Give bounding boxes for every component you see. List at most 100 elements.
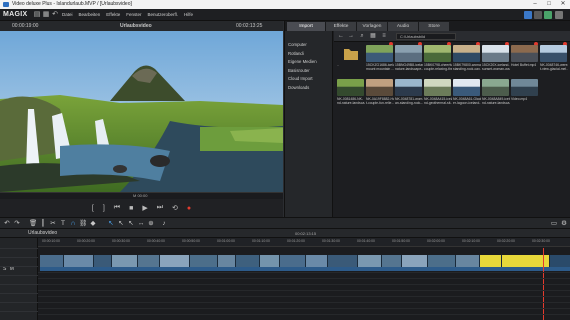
search-icon[interactable]: ⌕ xyxy=(358,33,366,40)
video-clip[interactable] xyxy=(236,255,260,267)
media-item[interactable]: .. xyxy=(337,45,365,67)
back-icon[interactable]: ← xyxy=(337,33,345,40)
settings-icon[interactable]: ⚙ xyxy=(560,220,568,228)
tab-store[interactable]: Store xyxy=(419,22,449,31)
video-clip[interactable] xyxy=(280,255,306,267)
video-clip[interactable] xyxy=(94,255,112,267)
text-icon[interactable]: T xyxy=(59,220,67,228)
video-clip[interactable] xyxy=(64,255,94,267)
sort-icon[interactable]: ≡ xyxy=(380,33,388,40)
folder-item[interactable]: Eigene Medien xyxy=(285,58,332,67)
media-item[interactable]: 15BK0798-cheerful-couple-relaxing-the-..… xyxy=(424,42,452,71)
record-icon[interactable]: ● xyxy=(187,205,191,212)
stretch-icon[interactable]: ↔ xyxy=(137,220,145,228)
preview-ruler[interactable]: M 00:00 xyxy=(0,192,283,199)
expand-icon[interactable]: ▭ xyxy=(550,220,558,228)
video-clip[interactable] xyxy=(160,255,190,267)
menu-bearbeiten[interactable]: Bearbeiten xyxy=(79,9,101,21)
track-header-row[interactable] xyxy=(0,284,38,292)
menu-benutzeroberflaeche[interactable]: Benutzeroberfl. xyxy=(148,9,179,21)
pointer-icon[interactable]: ↖ xyxy=(107,220,115,228)
video-frame[interactable] xyxy=(0,31,283,192)
stop-icon[interactable]: ■ xyxy=(129,205,133,212)
view-icon[interactable]: ▦ xyxy=(369,33,377,40)
video-clip[interactable] xyxy=(112,255,138,267)
folder-item[interactable]: Basisrouter xyxy=(285,67,332,76)
menu-datei[interactable]: Datei xyxy=(62,9,73,21)
video-clip[interactable] xyxy=(402,255,428,267)
minimize-button[interactable]: – xyxy=(528,0,542,9)
split-icon[interactable]: ┃ xyxy=(39,220,47,228)
video-clip[interactable] xyxy=(358,255,382,267)
video-clip[interactable] xyxy=(190,255,218,267)
previous-icon[interactable]: ⏮ xyxy=(114,204,120,212)
folder-item[interactable]: Cloud Import xyxy=(285,75,332,84)
delete-icon[interactable]: 🗑 xyxy=(29,220,37,228)
next-icon[interactable]: ⏭ xyxy=(157,204,163,212)
magnet-icon[interactable]: ∩ xyxy=(69,220,77,228)
play-icon[interactable]: ▶ xyxy=(142,204,147,212)
media-item[interactable]: NK-0048781-wom-an-standing-rock-... xyxy=(395,79,423,105)
undo-icon[interactable]: ↶ xyxy=(51,11,59,19)
mark-in-icon[interactable]: [ xyxy=(92,205,94,212)
video-clip[interactable] xyxy=(40,255,64,267)
media-item[interactable]: Hotel Buffet.mp4 xyxy=(511,42,539,67)
video-clip[interactable] xyxy=(328,255,358,267)
track-header-row[interactable] xyxy=(0,311,38,319)
video-clip[interactable] xyxy=(306,255,328,267)
media-item[interactable]: NK-0048746-were-t-view-glacial-mel... xyxy=(540,42,568,71)
maximize-button[interactable]: □ xyxy=(542,0,556,9)
track-header-row[interactable] xyxy=(0,257,38,265)
settings-icon[interactable] xyxy=(555,11,563,19)
video-clip[interactable] xyxy=(260,255,280,267)
track-header-row[interactable] xyxy=(0,302,38,310)
cut-icon[interactable]: ✂ xyxy=(49,220,57,228)
volume-icon[interactable]: ♪ xyxy=(160,220,168,228)
forward-icon[interactable]: → xyxy=(347,33,355,40)
folder-item[interactable]: Rotlandi xyxy=(285,50,332,59)
track-lane[interactable] xyxy=(38,314,570,320)
user-icon[interactable] xyxy=(534,11,542,19)
save-icon[interactable]: ▦ xyxy=(42,11,50,19)
folder-item[interactable]: Computer xyxy=(285,41,332,50)
folder-icon[interactable]: ▤ xyxy=(33,11,41,19)
menu-hilfe[interactable]: Hilfe xyxy=(184,9,193,21)
media-item[interactable]: 15CKZG1686-iceland-mount mountain ... xyxy=(366,42,394,71)
track-header-row[interactable] xyxy=(0,248,38,256)
tab-effekte[interactable]: Effekte xyxy=(326,22,356,31)
project-tab[interactable]: Urlaubsvideo xyxy=(28,229,57,238)
video-clip[interactable] xyxy=(428,255,456,267)
menu-fenster[interactable]: Fenster xyxy=(126,9,141,21)
timeline-ruler[interactable]: 00:00:10:00 00:00:20:00 00:00:30:00 00:00:4… xyxy=(38,238,570,247)
video-clip-strip[interactable] xyxy=(40,255,570,267)
store-icon[interactable] xyxy=(544,11,552,19)
video-clip[interactable] xyxy=(138,255,160,267)
cloud-icon[interactable] xyxy=(524,11,532,19)
video-clip[interactable] xyxy=(218,255,236,267)
tab-audio[interactable]: Audio xyxy=(388,22,418,31)
media-item[interactable]: 15BK79800-woman-standing-rock-cav... xyxy=(453,42,481,71)
audio-clip-strip[interactable] xyxy=(40,267,570,271)
tab-vorlagen[interactable]: Vorlagen xyxy=(357,22,387,31)
video-clip[interactable] xyxy=(456,255,480,267)
undo-icon[interactable]: ↶ xyxy=(3,220,11,228)
media-item[interactable]: NK-0081486-NK-nd-nature-landsca... xyxy=(337,79,365,105)
marker-icon[interactable]: ◆ xyxy=(89,220,97,228)
close-button[interactable]: ✕ xyxy=(556,0,570,9)
tab-import[interactable]: Import xyxy=(287,22,325,31)
menu-effekte[interactable]: Effekte xyxy=(106,9,120,21)
video-clip[interactable] xyxy=(480,255,502,267)
media-item[interactable]: NK-0048A849-iceb-nd-nature-landsca... xyxy=(482,79,510,105)
track-header-row[interactable] xyxy=(0,266,38,274)
mark-out-icon[interactable]: ] xyxy=(103,205,105,212)
media-item[interactable]: NK-0048A415-icela-nd-geothermal-sit... xyxy=(424,79,452,105)
track-area[interactable] xyxy=(38,248,570,320)
zoom-icon[interactable]: ⊕ xyxy=(147,220,155,228)
media-item[interactable]: NK-0A19F8882-Ham-t-couple-fun-relie... xyxy=(366,79,394,105)
pointer-multi-icon[interactable]: ↖ xyxy=(127,220,135,228)
track-header-row[interactable] xyxy=(0,293,38,301)
folder-item[interactable]: Downloads xyxy=(285,84,332,93)
media-item[interactable]: 15BNG49B8-iceland-nature-landscape-... xyxy=(395,42,423,71)
media-item[interactable]: Video.mp4 xyxy=(511,79,539,101)
pointer-group-icon[interactable]: ↖ xyxy=(117,220,125,228)
